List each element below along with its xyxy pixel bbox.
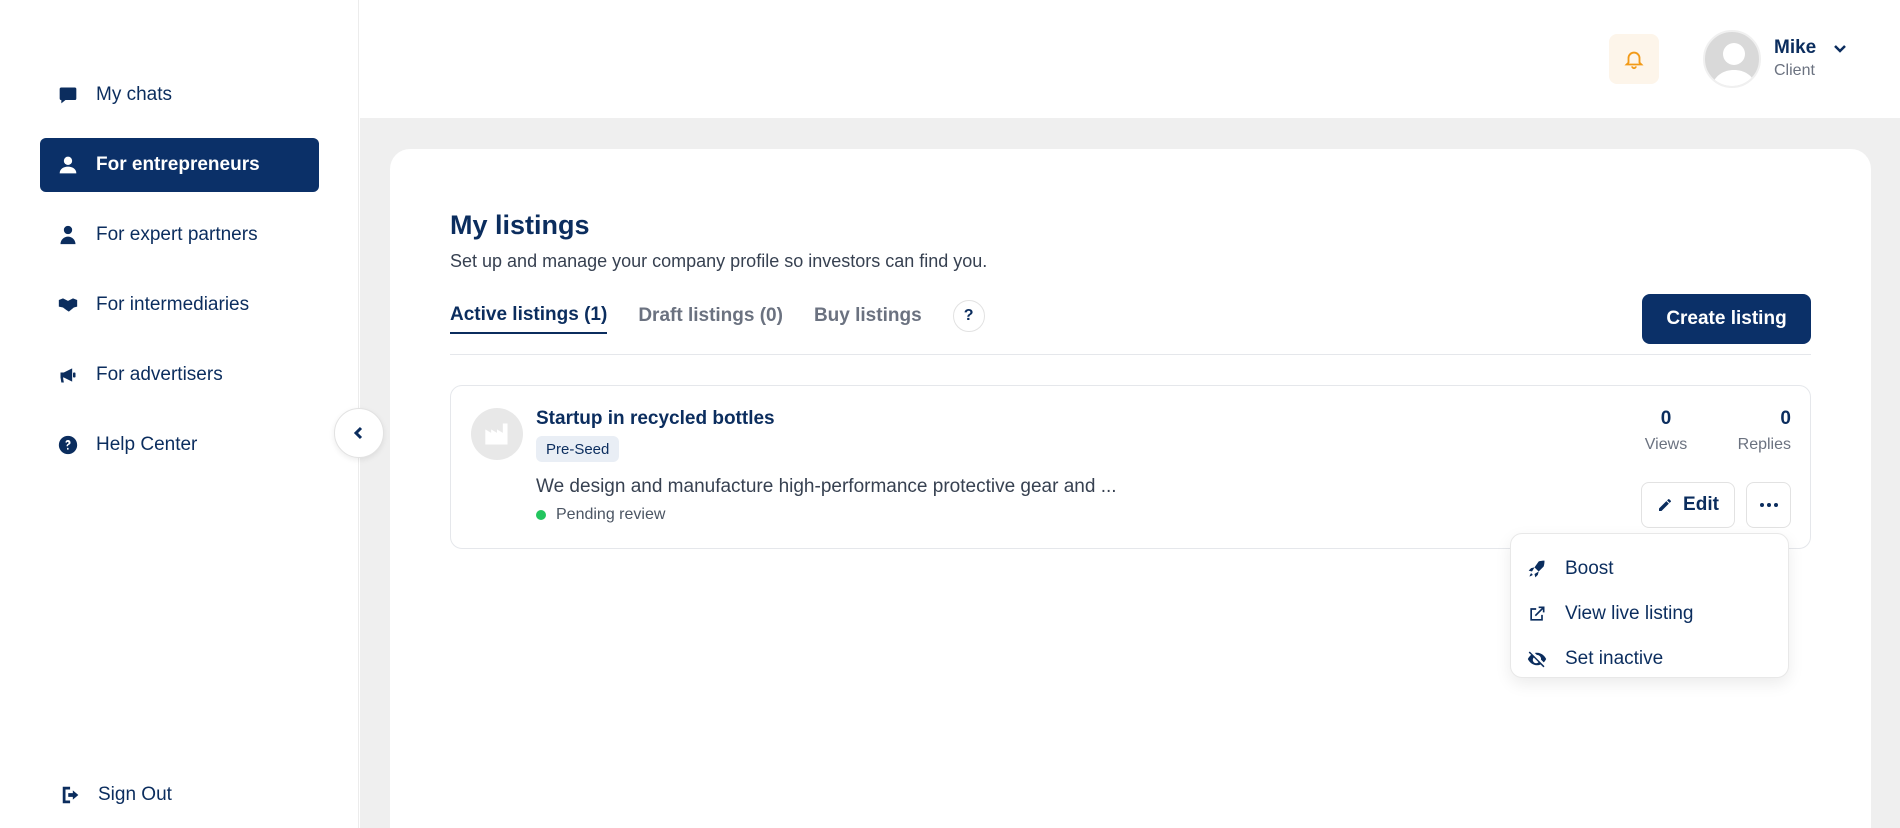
chevron-left-icon bbox=[353, 426, 363, 440]
listing-actions-menu: Boost View live listing Set inactive bbox=[1510, 533, 1789, 678]
sidebar-item-my-chats[interactable]: My chats bbox=[40, 68, 319, 122]
sidebar-item-help-center[interactable]: Help Center bbox=[40, 418, 319, 472]
external-link-icon bbox=[1530, 606, 1545, 621]
menu-item-boost[interactable]: Boost bbox=[1511, 546, 1788, 591]
sidebar-nav: My chats For entrepreneurs For expert pa… bbox=[40, 68, 319, 488]
sidebar-item-for-expert-partners[interactable]: For expert partners bbox=[40, 208, 319, 262]
page-subtitle: Set up and manage your company profile s… bbox=[450, 251, 988, 271]
more-dot bbox=[1773, 503, 1778, 507]
listing-status: Pending review bbox=[536, 506, 665, 524]
user-role: Client bbox=[1774, 62, 1815, 79]
tabs-divider bbox=[450, 354, 1811, 355]
status-label: Pending review bbox=[556, 506, 666, 523]
top-header bbox=[360, 0, 1900, 118]
replies-stat: 0 Replies bbox=[1733, 408, 1791, 454]
sidebar-item-for-intermediaries[interactable]: For intermediaries bbox=[40, 278, 319, 332]
pencil-icon bbox=[1659, 498, 1672, 511]
views-stat: 0 Views bbox=[1641, 408, 1691, 454]
chat-icon bbox=[57, 84, 79, 106]
edit-listing-button[interactable]: Edit bbox=[1641, 482, 1735, 528]
help-circle-icon bbox=[57, 434, 79, 456]
rocket-icon bbox=[1528, 560, 1545, 577]
eye-slash-icon bbox=[1527, 651, 1547, 667]
user-name[interactable]: Mike bbox=[1774, 37, 1816, 59]
more-dot bbox=[1759, 503, 1764, 507]
person-icon bbox=[57, 154, 79, 176]
stage-badge: Pre-Seed bbox=[536, 436, 620, 462]
sidebar-item-label: For advertisers bbox=[96, 364, 223, 385]
more-dot bbox=[1766, 503, 1771, 507]
menu-item-view-live-listing[interactable]: View live listing bbox=[1511, 591, 1788, 636]
avatar[interactable] bbox=[1703, 30, 1761, 88]
sidebar-item-label: Help Center bbox=[96, 434, 198, 455]
page-title: My listings bbox=[450, 210, 590, 240]
status-dot-icon bbox=[536, 510, 546, 520]
chevron-down-icon bbox=[1834, 45, 1846, 53]
bell-icon bbox=[1624, 51, 1644, 70]
edit-label: Edit bbox=[1683, 494, 1719, 515]
sign-out-button[interactable]: Sign Out bbox=[60, 784, 172, 806]
tabs-help-button[interactable]: ? bbox=[952, 300, 985, 332]
expert-icon bbox=[57, 224, 79, 246]
menu-item-set-inactive[interactable]: Set inactive bbox=[1511, 636, 1788, 681]
handshake-icon bbox=[57, 294, 79, 316]
views-count: 0 bbox=[1660, 408, 1672, 429]
replies-label: Replies bbox=[1737, 436, 1791, 453]
sidebar-item-label: For entrepreneurs bbox=[96, 154, 260, 175]
sidebar-item-label: For expert partners bbox=[96, 224, 258, 245]
listing-logo bbox=[471, 408, 523, 460]
factory-icon bbox=[485, 423, 508, 445]
replies-count: 0 bbox=[1780, 408, 1791, 429]
menu-item-label: View live listing bbox=[1565, 602, 1694, 624]
views-label: Views bbox=[1644, 436, 1688, 453]
megaphone-icon bbox=[57, 364, 79, 386]
listing-tabs: Active listings (1) Draft listings (0) B… bbox=[450, 300, 985, 334]
sign-out-label: Sign Out bbox=[98, 784, 172, 805]
sidebar-item-label: For intermediaries bbox=[96, 294, 250, 315]
user-menu-toggle[interactable] bbox=[1832, 40, 1850, 58]
notifications-button[interactable] bbox=[1609, 34, 1659, 84]
sidebar: My chats For entrepreneurs For expert pa… bbox=[0, 0, 359, 828]
sidebar-item-for-advertisers[interactable]: For advertisers bbox=[40, 348, 319, 402]
more-options-button[interactable] bbox=[1746, 482, 1791, 528]
menu-item-label: Boost bbox=[1565, 557, 1614, 579]
sign-out-icon bbox=[62, 786, 79, 804]
listing-title[interactable]: Startup in recycled bottles bbox=[536, 408, 775, 430]
sidebar-item-label: My chats bbox=[96, 84, 173, 105]
tab-buy-listings[interactable]: Buy listings bbox=[814, 305, 922, 333]
listing-description: We design and manufacture high-performan… bbox=[536, 476, 1117, 497]
collapse-sidebar-button[interactable] bbox=[334, 408, 384, 458]
tab-active-listings[interactable]: Active listings (1) bbox=[450, 304, 608, 334]
sidebar-item-for-entrepreneurs[interactable]: For entrepreneurs bbox=[40, 138, 319, 192]
create-listing-button[interactable]: Create listing bbox=[1642, 294, 1811, 344]
menu-item-label: Set inactive bbox=[1565, 647, 1664, 669]
listing-card: Startup in recycled bottles Pre-Seed We … bbox=[450, 385, 1811, 549]
tab-draft-listings[interactable]: Draft listings (0) bbox=[638, 305, 783, 333]
